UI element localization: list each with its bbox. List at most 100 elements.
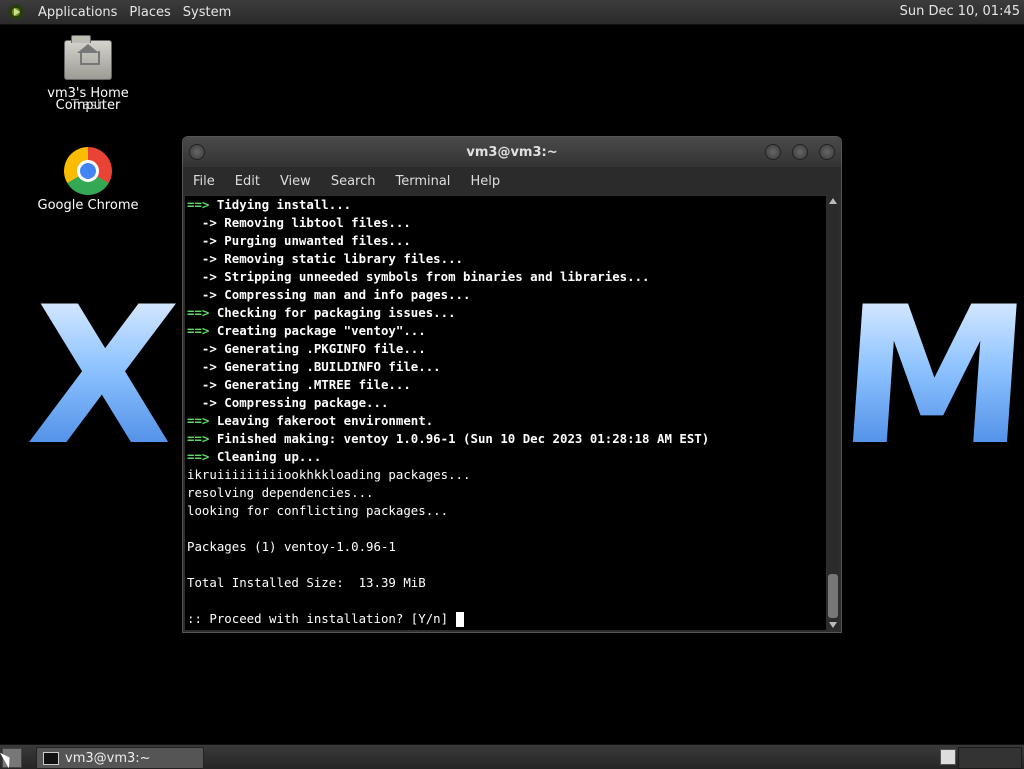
terminal-line: -> Generating .PKGINFO file... xyxy=(185,340,826,358)
line-prefix: -> xyxy=(187,251,217,266)
line-text: Tidying install... xyxy=(209,197,352,212)
line-text: Checking for packaging issues... xyxy=(209,305,456,320)
terminal-line: ==> Creating package "ventoy"... xyxy=(185,322,826,340)
line-prefix: -> xyxy=(187,215,217,230)
menu-file[interactable]: File xyxy=(183,174,225,189)
terminal-output[interactable]: ==> Tidying install... -> Removing libto… xyxy=(185,196,826,630)
line-text: Total Installed Size: 13.39 MiB xyxy=(187,575,426,590)
workspace-switcher-2[interactable] xyxy=(958,747,1022,769)
terminal-line: :: Proceed with installation? [Y/n] xyxy=(185,610,826,628)
line-text: :: Proceed with installation? [Y/n] xyxy=(187,611,456,626)
line-prefix: ==> xyxy=(187,431,210,446)
line-text: Purging unwanted files... xyxy=(216,233,411,248)
taskbar-terminal-button[interactable]: vm3@vm3:~ xyxy=(36,747,204,769)
line-text: Generating .MTREE file... xyxy=(216,377,411,392)
terminal-line: -> Generating .BUILDINFO file... xyxy=(185,358,826,376)
terminal-scrollbar[interactable] xyxy=(827,196,839,630)
scroll-thumb[interactable] xyxy=(828,574,838,618)
line-prefix: -> xyxy=(187,341,217,356)
line-text: Stripping unneeded symbols from binaries… xyxy=(216,269,650,284)
menu-edit[interactable]: Edit xyxy=(225,174,270,189)
terminal-line: looking for conflicting packages... xyxy=(185,502,826,520)
line-prefix: -> xyxy=(187,233,217,248)
terminal-menubar: File Edit View Search Terminal Help xyxy=(183,167,841,195)
distro-logo-icon[interactable] xyxy=(8,4,24,20)
terminal-line: ==> Finished making: ventoy 1.0.96-1 (Su… xyxy=(185,430,826,448)
terminal-line: -> Purging unwanted files... xyxy=(185,232,826,250)
line-prefix: -> xyxy=(187,269,217,284)
line-prefix: -> xyxy=(187,287,217,302)
workspace-switcher-1[interactable] xyxy=(940,749,956,765)
top-panel: Applications Places System Sun Dec 10, 0… xyxy=(0,0,1024,25)
window-menu-button[interactable] xyxy=(189,144,205,160)
line-prefix: -> xyxy=(187,395,217,410)
terminal-line: -> Stripping unneeded symbols from binar… xyxy=(185,268,826,286)
home-folder-icon xyxy=(64,35,112,80)
line-prefix: ==> xyxy=(187,413,210,428)
line-text: Compressing man and info pages... xyxy=(216,287,471,302)
terminal-line: ==> Checking for packaging issues... xyxy=(185,304,826,322)
line-text: Packages (1) ventoy-1.0.96-1 xyxy=(187,539,396,554)
chrome-label: Google Chrome xyxy=(37,198,139,213)
window-title: vm3@vm3:~ xyxy=(466,144,558,160)
menu-help[interactable]: Help xyxy=(460,174,510,189)
desktop-icon-chrome[interactable]: Google Chrome xyxy=(33,147,143,213)
close-button[interactable] xyxy=(819,144,835,160)
line-text: Leaving fakeroot environment. xyxy=(209,413,434,428)
menu-system[interactable]: System xyxy=(177,5,237,20)
taskbar-terminal-label: vm3@vm3:~ xyxy=(65,750,151,766)
terminal-line: -> Compressing man and info pages... xyxy=(185,286,826,304)
bottom-panel: vm3@vm3:~ xyxy=(0,744,1024,769)
trash-label: Trash xyxy=(70,98,106,113)
desktop-icon-home[interactable]: vm3's Home Computer Trash xyxy=(33,35,143,113)
line-prefix: -> xyxy=(187,359,217,374)
terminal-line: ==> Cleaning up... xyxy=(185,448,826,466)
line-text: resolving dependencies... xyxy=(187,485,374,500)
line-text: Generating .PKGINFO file... xyxy=(216,341,426,356)
line-text: Creating package "ventoy"... xyxy=(209,323,426,338)
terminal-window[interactable]: vm3@vm3:~ File Edit View Search Terminal… xyxy=(182,136,842,633)
menu-applications[interactable]: Applications xyxy=(32,5,123,20)
minimize-button[interactable] xyxy=(765,144,781,160)
maximize-button[interactable] xyxy=(792,144,808,160)
terminal-line: -> Removing libtool files... xyxy=(185,214,826,232)
terminal-line: ==> Leaving fakeroot environment. xyxy=(185,412,826,430)
line-text: ikruiiiiiiiiiookhkkloading packages... xyxy=(187,467,471,482)
line-prefix: ==> xyxy=(187,449,210,464)
menu-places[interactable]: Places xyxy=(123,5,176,20)
line-text: Compressing package... xyxy=(216,395,389,410)
menu-terminal[interactable]: Terminal xyxy=(385,174,460,189)
terminal-cursor xyxy=(455,612,464,627)
chrome-icon xyxy=(64,147,112,195)
menu-view[interactable]: View xyxy=(270,174,321,189)
line-prefix: ==> xyxy=(187,323,210,338)
scroll-up-icon[interactable] xyxy=(829,198,837,204)
line-text: Removing static library files... xyxy=(216,251,464,266)
scroll-down-icon[interactable] xyxy=(829,622,837,628)
terminal-line: Total Installed Size: 13.39 MiB xyxy=(185,574,826,592)
menu-search[interactable]: Search xyxy=(321,174,386,189)
line-text: looking for conflicting packages... xyxy=(187,503,449,518)
line-prefix: -> xyxy=(187,377,217,392)
line-text: Generating .BUILDINFO file... xyxy=(216,359,441,374)
line-prefix: ==> xyxy=(187,197,210,212)
window-titlebar[interactable]: vm3@vm3:~ xyxy=(183,137,841,167)
terminal-icon xyxy=(43,751,59,765)
line-text: Cleaning up... xyxy=(209,449,322,464)
terminal-line: resolving dependencies... xyxy=(185,484,826,502)
line-text: Finished making: ventoy 1.0.96-1 (Sun 10… xyxy=(209,431,710,446)
clock[interactable]: Sun Dec 10, 01:45 xyxy=(900,4,1020,19)
line-prefix: ==> xyxy=(187,305,210,320)
wallpaper-text-right: M xyxy=(832,266,1024,487)
terminal-line: -> Compressing package... xyxy=(185,394,826,412)
terminal-line: -> Removing static library files... xyxy=(185,250,826,268)
terminal-line: ==> Tidying install... xyxy=(185,196,826,214)
line-text: Removing libtool files... xyxy=(216,215,411,230)
desktop-icon-home-labels: vm3's Home Computer Trash xyxy=(33,80,143,113)
terminal-line: ikruiiiiiiiiiookhkkloading packages... xyxy=(185,466,826,484)
terminal-line: Packages (1) ventoy-1.0.96-1 xyxy=(185,538,826,556)
terminal-line: -> Generating .MTREE file... xyxy=(185,376,826,394)
